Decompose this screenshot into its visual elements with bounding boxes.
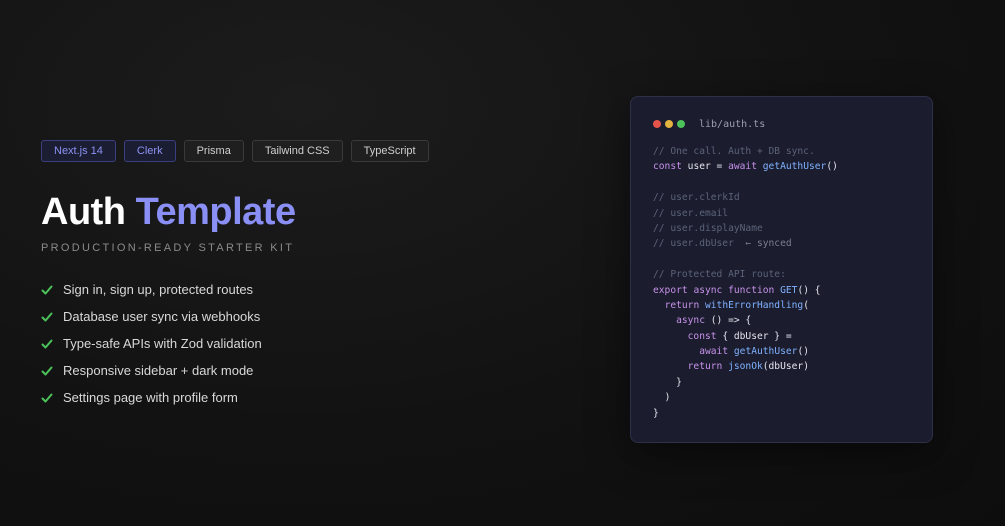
code-line: } xyxy=(676,376,682,388)
code-line: return withErrorHandling( xyxy=(664,299,809,311)
check-icon xyxy=(41,365,63,377)
code-line: // user.displayName xyxy=(653,222,763,234)
code-line: // user.dbUser ← synced xyxy=(653,238,792,250)
title-word-template: Template xyxy=(135,191,297,233)
page-title: Auth Template xyxy=(41,190,481,234)
feature-item: Database user sync via webhooks xyxy=(41,303,481,330)
code-window-header: lib/auth.ts xyxy=(653,117,910,131)
code-line: export async function GET() { xyxy=(653,284,821,296)
feature-list: Sign in, sign up, protected routes Datab… xyxy=(41,276,481,411)
window-close-dot xyxy=(653,120,661,128)
code-line: // One call. Auth + DB sync. xyxy=(653,146,815,157)
feature-item: Responsive sidebar + dark mode xyxy=(41,357,481,384)
check-icon xyxy=(41,338,63,350)
code-line: const { dbUser } = xyxy=(687,330,792,342)
code-line: return jsonOk(dbUser) xyxy=(687,361,809,373)
code-line: // user.email xyxy=(653,207,729,219)
badge-prisma: Prisma xyxy=(183,140,244,162)
check-icon xyxy=(41,311,63,323)
feature-item: Settings page with profile form xyxy=(41,384,481,411)
hero-section: Next.js 14 Clerk Prisma Tailwind CSS Typ… xyxy=(41,140,481,411)
feature-item: Type-safe APIs with Zod validation xyxy=(41,330,481,357)
title-word-auth: Auth xyxy=(41,191,126,233)
badge-typescript: TypeScript xyxy=(350,140,429,162)
feature-text: Database user sync via webhooks xyxy=(63,309,261,324)
badge-nextjs: Next.js 14 xyxy=(41,140,116,162)
window-maximize-dot xyxy=(677,120,685,128)
feature-text: Settings page with profile form xyxy=(63,390,238,405)
check-icon xyxy=(41,392,63,404)
code-block: // One call. Auth + DB sync. const user =… xyxy=(653,144,910,421)
page-subtitle: PRODUCTION-READY STARTER KIT xyxy=(41,242,295,254)
code-line: } xyxy=(653,407,659,419)
code-line: ) xyxy=(664,392,671,404)
feature-item: Sign in, sign up, protected routes xyxy=(41,276,481,303)
code-line: async () => { xyxy=(676,315,752,327)
feature-text: Sign in, sign up, protected routes xyxy=(63,282,254,297)
code-line: // Protected API route: xyxy=(653,269,786,281)
feature-text: Responsive sidebar + dark mode xyxy=(63,363,254,378)
window-minimize-dot xyxy=(665,120,673,128)
code-window: lib/auth.ts // One call. Auth + DB sync.… xyxy=(630,96,933,443)
code-filename: lib/auth.ts xyxy=(699,118,766,130)
code-line: await getAuthUser() xyxy=(699,346,809,358)
tech-badges: Next.js 14 Clerk Prisma Tailwind CSS Typ… xyxy=(41,140,481,162)
code-line: const user = await getAuthUser() xyxy=(653,161,838,173)
feature-text: Type-safe APIs with Zod validation xyxy=(63,336,262,351)
badge-tailwind: Tailwind CSS xyxy=(251,140,343,162)
code-line: // user.clerkId xyxy=(653,192,740,204)
check-icon xyxy=(41,284,63,296)
badge-clerk: Clerk xyxy=(123,140,176,162)
